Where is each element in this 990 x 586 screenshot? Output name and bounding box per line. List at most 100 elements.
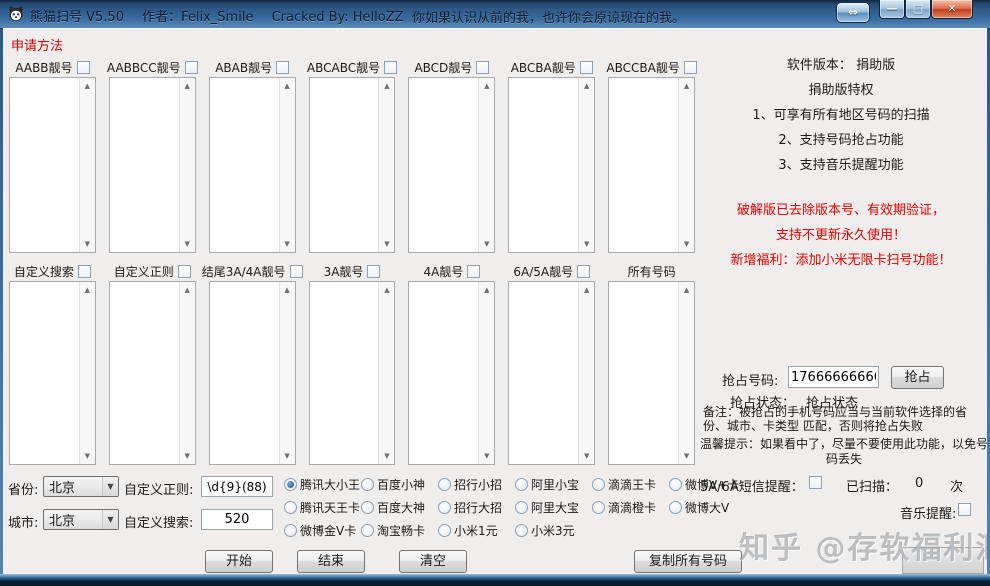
aabbcc-listbox[interactable]: ▲▼ — [109, 77, 196, 253]
aabb-checkbox[interactable] — [77, 61, 90, 74]
scroll-up-icon[interactable]: ▲ — [180, 283, 195, 297]
abccba-listbox[interactable]: ▲▼ — [608, 77, 695, 253]
scroll-down-icon[interactable]: ▼ — [180, 449, 195, 463]
tail-3a-4a-scrollbar[interactable]: ▲▼ — [279, 282, 295, 464]
4a-checkbox[interactable] — [467, 265, 480, 278]
scroll-up-icon[interactable]: ▲ — [479, 283, 494, 297]
card-type-taobao-chang[interactable]: 淘宝畅卡 — [361, 522, 438, 539]
card-type-weibo-vplus[interactable]: 微博V+卡 — [669, 476, 746, 493]
custom-search-checkbox[interactable] — [78, 265, 91, 278]
card-type-didi-chengka[interactable]: 滴滴橙卡 — [592, 499, 669, 516]
card-type-tencent-dxw[interactable]: 腾讯大小王 — [284, 476, 361, 493]
card-type-xiaomi-1yuan[interactable]: 小米1元 — [438, 522, 515, 539]
3a-listbox[interactable]: ▲▼ — [309, 281, 396, 465]
aabb-scrollbar[interactable]: ▲▼ — [79, 78, 95, 252]
card-type-didi-wangka[interactable]: 滴滴王卡 — [592, 476, 669, 493]
card-type-xiaomi-3yuan[interactable]: 小米3元 — [515, 522, 592, 539]
abcabc-listbox[interactable]: ▲▼ — [309, 77, 396, 253]
all-numbers-listbox[interactable]: ▲▼ — [608, 281, 695, 465]
card-type-tencent-twk[interactable]: 腾讯天王卡 — [284, 499, 361, 516]
custom-search-scrollbar[interactable]: ▲▼ — [79, 282, 95, 464]
scroll-down-icon[interactable]: ▼ — [579, 449, 594, 463]
abab-checkbox[interactable] — [276, 61, 289, 74]
scroll-down-icon[interactable]: ▼ — [579, 237, 594, 251]
scroll-down-icon[interactable]: ▼ — [80, 449, 95, 463]
end-button[interactable]: 结束 — [297, 550, 365, 573]
card-type-cmb-dazhao[interactable]: 招行大招 — [438, 499, 515, 516]
scroll-up-icon[interactable]: ▲ — [280, 283, 295, 297]
scroll-up-icon[interactable]: ▲ — [280, 79, 295, 93]
scroll-up-icon[interactable]: ▲ — [679, 283, 694, 297]
scroll-down-icon[interactable]: ▼ — [679, 449, 694, 463]
3a-scrollbar[interactable]: ▲▼ — [378, 282, 394, 464]
music-alert-checkbox[interactable] — [958, 503, 971, 516]
province-select[interactable]: 北京 ▼ — [43, 476, 119, 497]
scroll-up-icon[interactable]: ▲ — [579, 283, 594, 297]
abab-listbox[interactable]: ▲▼ — [209, 77, 296, 253]
scroll-down-icon[interactable]: ▼ — [280, 449, 295, 463]
abcba-checkbox[interactable] — [580, 61, 593, 74]
card-type-baidu-xiaoshen[interactable]: 百度小神 — [361, 476, 438, 493]
6a-5a-scrollbar[interactable]: ▲▼ — [578, 282, 594, 464]
abccba-scrollbar[interactable]: ▲▼ — [678, 78, 694, 252]
all-numbers-scrollbar[interactable]: ▲▼ — [678, 282, 694, 464]
double-arrow-button[interactable]: ⇔ — [836, 2, 870, 23]
scroll-up-icon[interactable]: ▲ — [379, 283, 394, 297]
start-button[interactable]: 开始 — [205, 550, 273, 573]
close-button[interactable]: ✕ — [931, 0, 973, 19]
abcabc-scrollbar[interactable]: ▲▼ — [378, 78, 394, 252]
scroll-up-icon[interactable]: ▲ — [180, 79, 195, 93]
scroll-up-icon[interactable]: ▲ — [679, 79, 694, 93]
4a-listbox[interactable]: ▲▼ — [408, 281, 495, 465]
aabbcc-checkbox[interactable] — [185, 61, 198, 74]
custom-search-listbox[interactable]: ▲▼ — [9, 281, 96, 465]
scroll-down-icon[interactable]: ▼ — [80, 237, 95, 251]
abcd-checkbox[interactable] — [476, 61, 489, 74]
scroll-down-icon[interactable]: ▼ — [379, 237, 394, 251]
abcd-listbox[interactable]: ▲▼ — [408, 77, 495, 253]
card-type-weibo-dav[interactable]: 微博大V — [669, 499, 746, 516]
scroll-up-icon[interactable]: ▲ — [379, 79, 394, 93]
card-type-cmb-xiaozhao[interactable]: 招行小招 — [438, 476, 515, 493]
scroll-down-icon[interactable]: ▼ — [479, 449, 494, 463]
custom-regex-scrollbar[interactable]: ▲▼ — [179, 282, 195, 464]
custom-search-input[interactable] — [201, 509, 273, 530]
4a-scrollbar[interactable]: ▲▼ — [478, 282, 494, 464]
scroll-down-icon[interactable]: ▼ — [479, 237, 494, 251]
abab-scrollbar[interactable]: ▲▼ — [279, 78, 295, 252]
card-type-ali-xiaobao[interactable]: 阿里小宝 — [515, 476, 592, 493]
scroll-down-icon[interactable]: ▼ — [180, 237, 195, 251]
custom-regex-listbox[interactable]: ▲▼ — [109, 281, 196, 465]
tail-3a-4a-listbox[interactable]: ▲▼ — [209, 281, 296, 465]
clear-button[interactable]: 清空 — [399, 550, 467, 573]
6a-5a-checkbox[interactable] — [577, 265, 590, 278]
tail-3a-4a-checkbox[interactable] — [290, 265, 303, 278]
abcba-listbox[interactable]: ▲▼ — [508, 77, 595, 253]
scroll-up-icon[interactable]: ▲ — [479, 79, 494, 93]
abcba-scrollbar[interactable]: ▲▼ — [578, 78, 594, 252]
6a-5a-listbox[interactable]: ▲▼ — [508, 281, 595, 465]
custom-regex-checkbox[interactable] — [178, 265, 191, 278]
3a-checkbox[interactable] — [367, 265, 380, 278]
aabb-listbox[interactable]: ▲▼ — [9, 77, 96, 253]
minimize-button[interactable]: — — [879, 0, 905, 19]
scroll-up-icon[interactable]: ▲ — [80, 283, 95, 297]
copy-all-numbers-button[interactable]: 复制所有号码 — [634, 550, 742, 573]
abcd-scrollbar[interactable]: ▲▼ — [478, 78, 494, 252]
scroll-down-icon[interactable]: ▼ — [679, 237, 694, 251]
abccba-checkbox[interactable] — [684, 61, 697, 74]
grab-button[interactable]: 抢占 — [891, 366, 944, 389]
sms-alert-checkbox[interactable] — [809, 476, 822, 489]
scroll-down-icon[interactable]: ▼ — [379, 449, 394, 463]
card-type-ali-dabao[interactable]: 阿里大宝 — [515, 499, 592, 516]
scroll-down-icon[interactable]: ▼ — [280, 237, 295, 251]
aabbcc-scrollbar[interactable]: ▲▼ — [179, 78, 195, 252]
maximize-button[interactable]: □ — [905, 0, 931, 19]
card-type-baidu-dashen[interactable]: 百度大神 — [361, 499, 438, 516]
card-type-weibo-jinv[interactable]: 微博金V卡 — [284, 522, 361, 539]
city-select[interactable]: 北京 ▼ — [43, 509, 119, 530]
custom-regex-input[interactable] — [201, 476, 273, 497]
abcabc-checkbox[interactable] — [384, 61, 397, 74]
apply-method-link[interactable]: 申请方法 — [11, 35, 63, 54]
grab-number-input[interactable] — [788, 366, 879, 388]
